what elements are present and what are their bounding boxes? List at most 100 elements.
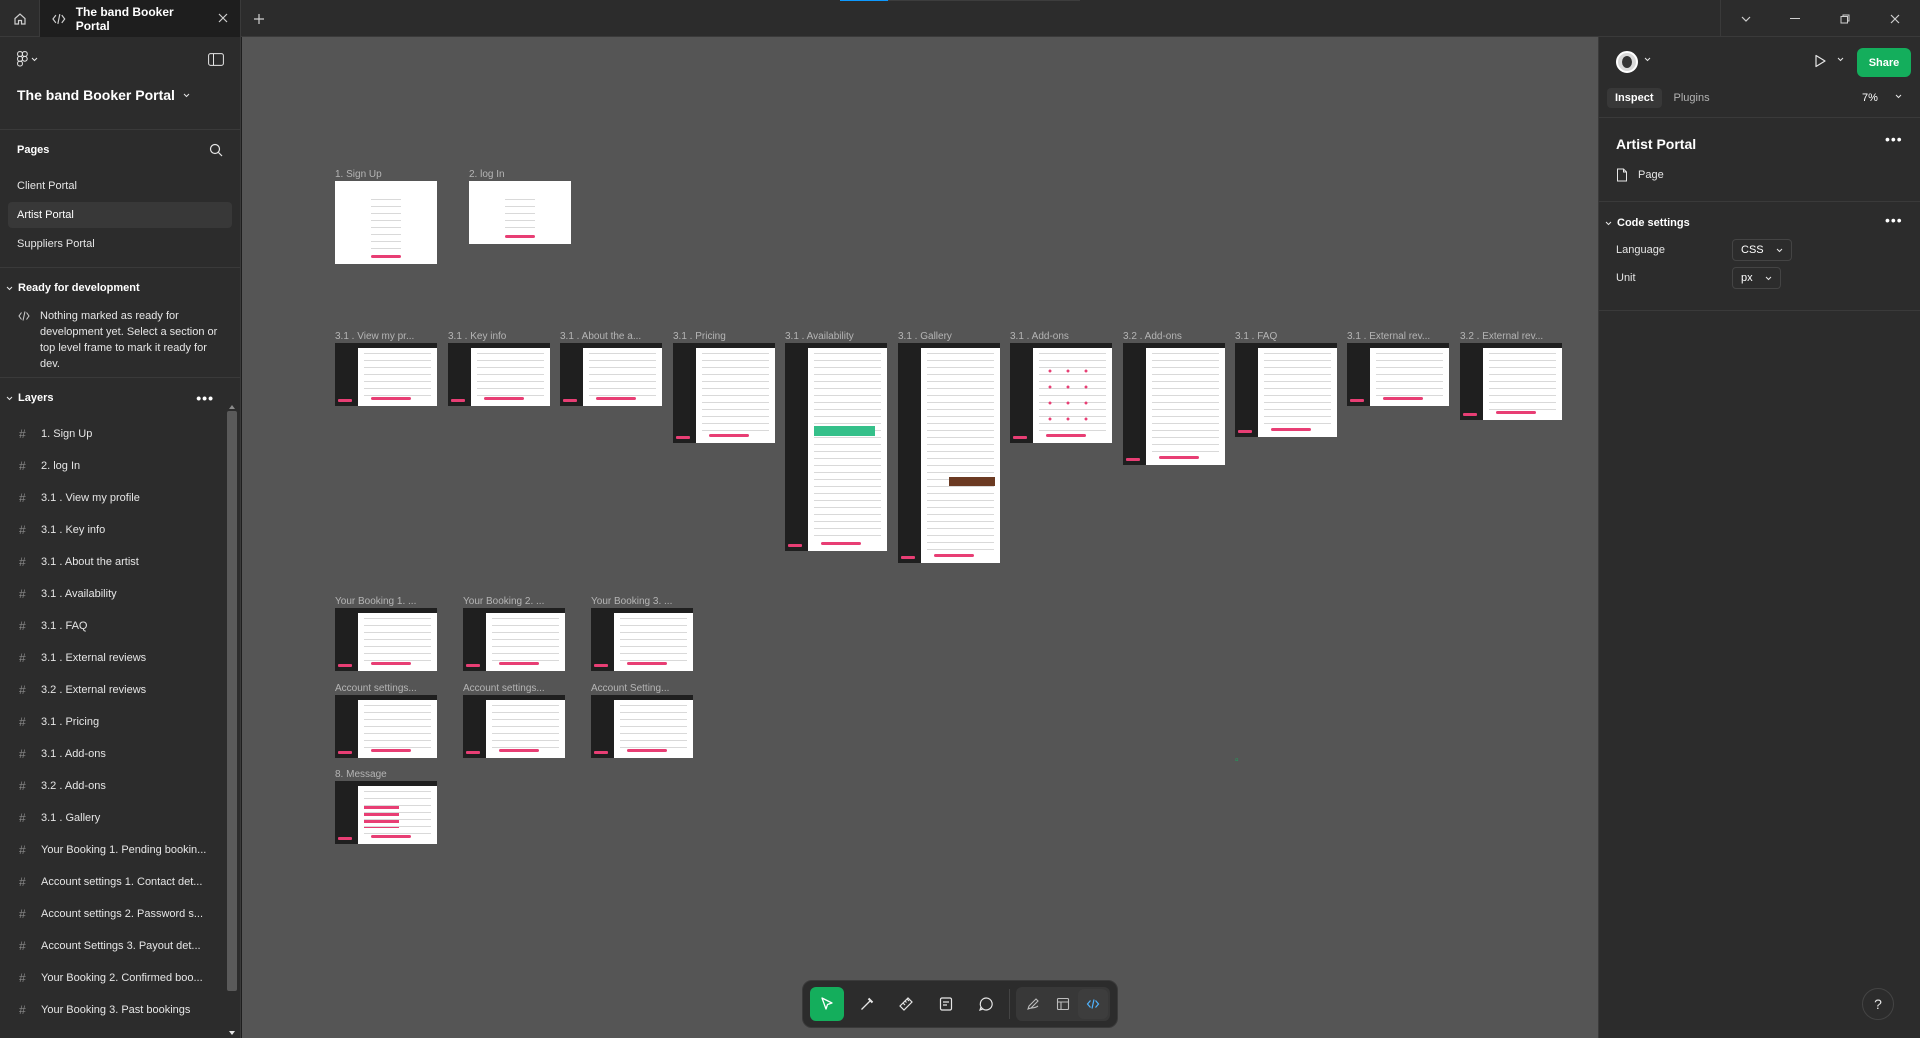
draw-mode-button[interactable] bbox=[1018, 989, 1048, 1019]
canvas-frame[interactable]: 3.2 . External rev... bbox=[1460, 331, 1562, 420]
frame-title[interactable]: 3.2 . Add-ons bbox=[1123, 331, 1223, 342]
layer-item[interactable]: #3.1 . Gallery bbox=[0, 802, 240, 834]
close-window-button[interactable] bbox=[1870, 0, 1920, 37]
share-button[interactable]: Share bbox=[1857, 48, 1911, 77]
canvas-frame[interactable]: Your Booking 2. ... bbox=[463, 596, 565, 671]
toggle-sidebar-button[interactable] bbox=[208, 53, 224, 71]
zoom-level[interactable]: 7% bbox=[1862, 92, 1878, 104]
file-name[interactable]: The band Booker Portal bbox=[17, 87, 190, 103]
layer-item[interactable]: #3.2 . External reviews bbox=[0, 674, 240, 706]
tab-inspect[interactable]: Inspect bbox=[1607, 88, 1662, 108]
avatar[interactable] bbox=[1616, 51, 1638, 73]
layer-item[interactable]: #3.1 . External reviews bbox=[0, 642, 240, 674]
scrollbar-thumb[interactable] bbox=[227, 411, 237, 991]
frame-title[interactable]: 3.1 . Gallery bbox=[898, 331, 998, 342]
measure-tool-button[interactable] bbox=[890, 987, 924, 1021]
canvas-frame[interactable]: Account settings... bbox=[463, 683, 565, 758]
layer-item[interactable]: #3.1 . FAQ bbox=[0, 610, 240, 642]
page-item-artist-portal[interactable]: Artist Portal bbox=[8, 202, 232, 228]
layers-scrollbar[interactable] bbox=[225, 399, 239, 1038]
frame-title[interactable]: 3.1 . View my pr... bbox=[335, 331, 435, 342]
frame-title[interactable]: Your Booking 1. ... bbox=[335, 596, 435, 607]
canvas-frame[interactable]: 3.1 . FAQ bbox=[1235, 331, 1337, 437]
layer-item[interactable]: #3.1 . Availability bbox=[0, 578, 240, 610]
close-tab-icon[interactable] bbox=[218, 12, 228, 26]
scroll-down-icon[interactable] bbox=[225, 1028, 239, 1038]
help-button[interactable]: ? bbox=[1862, 988, 1894, 1020]
new-tab-button[interactable] bbox=[241, 0, 277, 37]
layer-item[interactable]: # Your Booking 1. Pending bookin... bbox=[0, 834, 240, 866]
canvas-frame[interactable]: 3.2 . Add-ons bbox=[1123, 331, 1225, 465]
page-item-suppliers-portal[interactable]: Suppliers Portal bbox=[8, 231, 232, 257]
layer-item[interactable]: #3.1 . About the artist bbox=[0, 546, 240, 578]
frame-title[interactable]: Your Booking 2. ... bbox=[463, 596, 563, 607]
frame-title[interactable]: 3.1 . External rev... bbox=[1347, 331, 1447, 342]
canvas-frame[interactable]: 3.1 . Gallery bbox=[898, 331, 1000, 563]
canvas-frame[interactable]: 3.1 . Key info bbox=[448, 331, 550, 406]
frame-title[interactable]: 8. Message bbox=[335, 769, 435, 780]
tab-plugins[interactable]: Plugins bbox=[1666, 88, 1718, 108]
more-options-icon[interactable]: ••• bbox=[1885, 131, 1903, 147]
canvas-frame[interactable]: 3.1 . Add-ons bbox=[1010, 331, 1112, 443]
canvas-frame[interactable]: 3.1 . Pricing bbox=[673, 331, 775, 443]
chevron-down-icon[interactable] bbox=[1837, 57, 1844, 62]
frame-title[interactable]: Account settings... bbox=[463, 683, 563, 694]
frame-title[interactable]: 3.1 . FAQ bbox=[1235, 331, 1335, 342]
frame-title[interactable]: 3.1 . Availability bbox=[785, 331, 885, 342]
canvas-frame[interactable]: 3.1 . View my pr... bbox=[335, 331, 437, 406]
chevron-down-icon[interactable] bbox=[1895, 94, 1902, 99]
search-icon[interactable] bbox=[209, 143, 223, 157]
ready-for-dev-header[interactable]: Ready for development bbox=[0, 268, 240, 308]
layer-item[interactable]: #3.1 . Add-ons bbox=[0, 738, 240, 770]
canvas-frame[interactable]: 3.1 . Availability bbox=[785, 331, 887, 551]
layer-item[interactable]: # Your Booking 2. Confirmed boo... bbox=[0, 962, 240, 994]
design-mode-button[interactable] bbox=[1048, 989, 1078, 1019]
canvas-frame[interactable]: Account settings... bbox=[335, 683, 437, 758]
unit-select[interactable]: px bbox=[1732, 267, 1781, 289]
frame-title[interactable]: 3.1 . Pricing bbox=[673, 331, 773, 342]
move-tool-button[interactable] bbox=[810, 987, 844, 1021]
frame-title[interactable]: 3.1 . Key info bbox=[448, 331, 548, 342]
layer-item[interactable]: #3.2 . Add-ons bbox=[0, 770, 240, 802]
canvas-frame[interactable]: Account Setting... bbox=[591, 683, 693, 758]
canvas-frame[interactable]: 8. Message bbox=[335, 769, 437, 844]
comment-tool-button[interactable] bbox=[969, 987, 1003, 1021]
frame-title[interactable]: Account Setting... bbox=[591, 683, 691, 694]
design-canvas[interactable]: 1. Sign Up 2. log In 3.1 . View my pr... 3.… bbox=[242, 37, 1598, 1038]
canvas-frame[interactable]: 3.1 . About the a... bbox=[560, 331, 662, 406]
tabs-dropdown-button[interactable] bbox=[1720, 0, 1770, 37]
language-select[interactable]: CSS bbox=[1732, 239, 1792, 261]
layer-item[interactable]: # Account Settings 3. Payout det... bbox=[0, 930, 240, 962]
frame-title[interactable]: 2. log In bbox=[469, 169, 569, 180]
layer-item[interactable]: #3.1 . Key info bbox=[0, 514, 240, 546]
restore-button[interactable] bbox=[1820, 0, 1870, 37]
page-item-client-portal[interactable]: Client Portal bbox=[8, 173, 232, 199]
annotate-tool-button[interactable] bbox=[929, 987, 963, 1021]
canvas-frame[interactable]: Your Booking 1. ... bbox=[335, 596, 437, 671]
more-options-icon[interactable]: ••• bbox=[1885, 212, 1903, 228]
layers-toggle[interactable]: Layers bbox=[6, 392, 53, 404]
code-settings-header[interactable]: Code settings bbox=[1605, 217, 1690, 229]
frame-title[interactable]: Account settings... bbox=[335, 683, 435, 694]
more-options-icon[interactable]: ••• bbox=[196, 390, 214, 406]
frame-title[interactable]: 1. Sign Up bbox=[335, 169, 435, 180]
dev-mode-button[interactable] bbox=[1077, 989, 1108, 1019]
canvas-frame[interactable]: Your Booking 3. ... bbox=[591, 596, 693, 671]
layer-item[interactable]: # Account settings 1. Contact det... bbox=[0, 866, 240, 898]
layer-item[interactable]: #3.1 . View my profile bbox=[0, 482, 240, 514]
color-picker-button[interactable] bbox=[850, 987, 884, 1021]
layer-item[interactable]: # Your Booking 3. Past bookings bbox=[0, 994, 240, 1026]
canvas-frame[interactable]: 2. log In bbox=[469, 169, 571, 244]
main-menu-button[interactable] bbox=[17, 51, 38, 67]
play-icon[interactable] bbox=[1812, 53, 1828, 69]
frame-title[interactable]: 3.1 . About the a... bbox=[560, 331, 660, 342]
file-tab[interactable]: The band Booker Portal bbox=[40, 0, 241, 37]
layer-item[interactable]: #1. Sign Up bbox=[0, 418, 240, 450]
layer-item[interactable]: #3.1 . Pricing bbox=[0, 706, 240, 738]
frame-title[interactable]: 3.1 . Add-ons bbox=[1010, 331, 1110, 342]
layer-item[interactable]: # Account settings 2. Password s... bbox=[0, 898, 240, 930]
chevron-down-icon[interactable] bbox=[1644, 57, 1651, 62]
layer-item[interactable]: #2. log In bbox=[0, 450, 240, 482]
home-button[interactable] bbox=[0, 0, 40, 37]
frame-title[interactable]: 3.2 . External rev... bbox=[1460, 331, 1560, 342]
